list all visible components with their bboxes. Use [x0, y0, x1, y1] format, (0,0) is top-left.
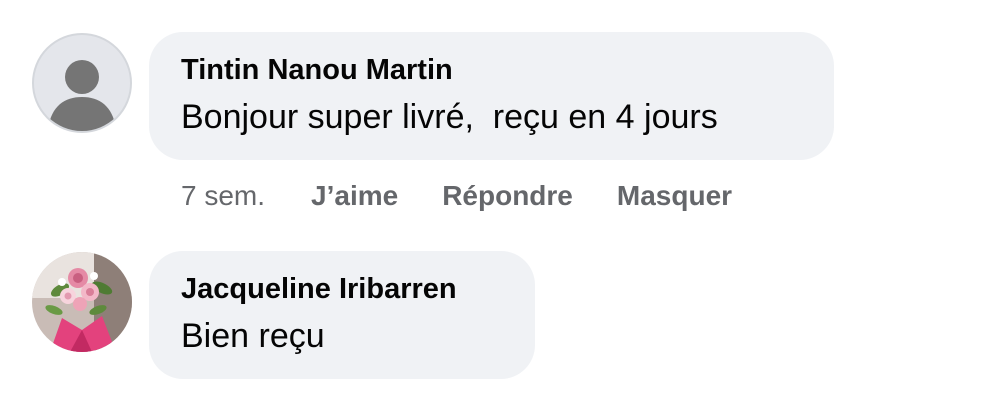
- comment-timestamp[interactable]: 7 sem.: [181, 180, 265, 212]
- comment-bubble: Jacqueline Iribarren Bien reçu: [149, 251, 535, 379]
- hide-button[interactable]: Masquer: [617, 180, 732, 212]
- reply-button[interactable]: Répondre: [442, 180, 573, 212]
- comment-author[interactable]: Jacqueline Iribarren: [181, 273, 457, 306]
- like-button[interactable]: J’aime: [311, 180, 398, 212]
- avatar[interactable]: [32, 252, 132, 352]
- avatar[interactable]: [32, 33, 132, 133]
- comment-text: Bonjour super livré, reçu en 4 jours: [181, 98, 718, 136]
- comment-actions: 7 sem. J’aime Répondre Masquer: [181, 176, 776, 216]
- default-user-icon: [48, 60, 116, 131]
- comment-bubble: Tintin Nanou Martin Bonjour super livré,…: [149, 32, 834, 160]
- comment-text: Bien reçu: [181, 317, 325, 355]
- comment: Tintin Nanou Martin Bonjour super livré,…: [0, 0, 1000, 230]
- comment: Jacqueline Iribarren Bien reçu: [0, 230, 1000, 396]
- comment-author[interactable]: Tintin Nanou Martin: [181, 54, 453, 87]
- flower-bouquet-photo: [32, 252, 132, 352]
